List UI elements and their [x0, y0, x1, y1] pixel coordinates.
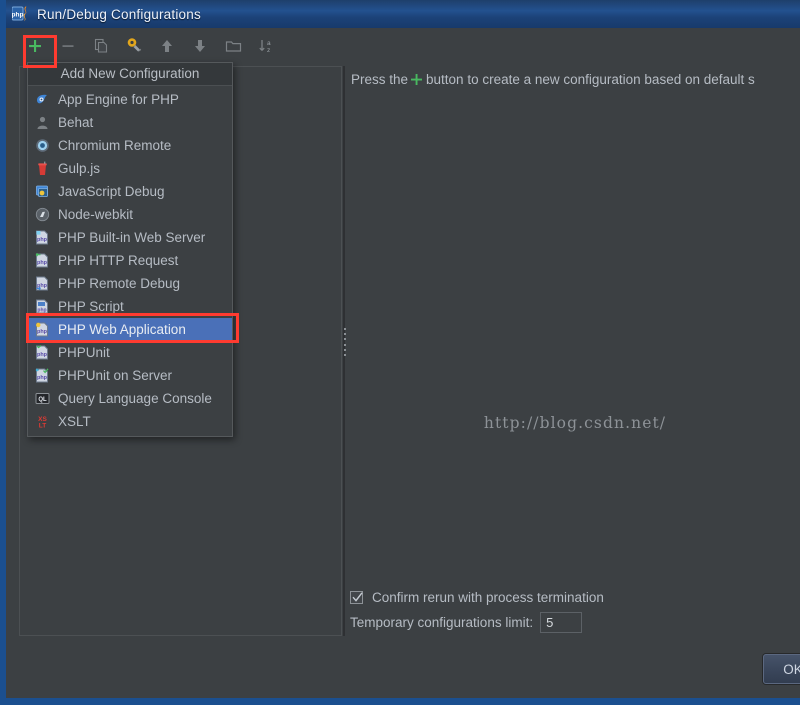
phpstorm-icon: php — [11, 5, 30, 23]
configurations-toolbar: a z — [6, 28, 800, 63]
menu-item[interactable]: Gulp.js — [28, 157, 232, 180]
menu-item[interactable]: php PHP HTTP Request — [28, 249, 232, 272]
gulp-icon — [34, 161, 51, 177]
menu-item-label: Chromium Remote — [58, 137, 172, 153]
menu-item-label: PHPUnit — [58, 344, 110, 360]
add-new-configuration-menu[interactable]: Add New Configuration App Engine for PHP… — [27, 62, 233, 437]
svg-text:php: php — [37, 329, 48, 335]
menu-item[interactable]: Behat — [28, 111, 232, 134]
run-debug-configurations-window: php Run/Debug Configurations a z Press t… — [0, 0, 800, 705]
temporary-limit-label: Temporary configurations limit: — [350, 615, 534, 630]
node-webkit-icon — [34, 207, 51, 223]
javascript-debug-icon — [34, 184, 51, 200]
empty-state-hint: Press the button to create a new configu… — [351, 72, 800, 87]
svg-text:php: php — [37, 352, 48, 358]
plus-icon — [410, 73, 423, 86]
ok-button-label: OK — [783, 661, 800, 677]
menu-item-label: PHP Script — [58, 298, 124, 314]
menu-item-label: Query Language Console — [58, 390, 212, 406]
minus-icon — [62, 44, 74, 47]
menu-item[interactable]: php PHPUnit — [28, 341, 232, 364]
sort-alphabetically-button[interactable]: a z — [254, 34, 278, 58]
svg-text:a: a — [267, 40, 271, 47]
arrow-up-icon — [162, 39, 172, 52]
svg-text:LT: LT — [39, 423, 46, 430]
confirm-rerun-checkbox[interactable] — [350, 591, 363, 604]
app-engine-icon — [34, 92, 51, 108]
folder-icon — [225, 40, 241, 52]
svg-text:php: php — [12, 12, 23, 19]
copy-icon — [94, 38, 108, 53]
menu-item-label: PHP Built-in Web Server — [58, 229, 206, 245]
window-title: Run/Debug Configurations — [37, 6, 201, 22]
hint-text-after: button to create a new configuration bas… — [426, 72, 755, 87]
menu-item-label: App Engine for PHP — [58, 91, 179, 107]
menu-item-label: PHP Web Application — [58, 321, 186, 337]
php-script-icon: php — [34, 299, 51, 315]
behat-icon — [34, 115, 51, 131]
menu-item[interactable]: Node-webkit — [28, 203, 232, 226]
svg-text:php: php — [37, 260, 48, 266]
add-configuration-button[interactable] — [23, 34, 47, 58]
menu-item-label: PHP HTTP Request — [58, 252, 179, 268]
menu-item-label: Gulp.js — [58, 160, 101, 176]
php-web-application-icon: php — [34, 322, 51, 338]
menu-item[interactable]: php PHP Web Application — [28, 318, 232, 341]
menu-item[interactable]: php PHP Script — [28, 295, 232, 318]
svg-text:z: z — [267, 47, 270, 54]
temporary-limit-row: Temporary configurations limit: — [350, 612, 790, 633]
menu-item-label: Node-webkit — [58, 206, 134, 222]
title-bar: php Run/Debug Configurations — [6, 0, 800, 29]
global-options: Confirm rerun with process termination T… — [350, 590, 790, 633]
menu-item-label: XSLT — [58, 413, 91, 429]
php-server-icon: php — [34, 230, 51, 246]
svg-text:php: php — [37, 237, 48, 243]
svg-text:php: php — [37, 375, 48, 381]
sort-az-icon: a z — [258, 39, 271, 54]
menu-item[interactable]: php PHPUnit on Server — [28, 364, 232, 387]
chromium-icon — [34, 138, 51, 154]
confirm-rerun-row[interactable]: Confirm rerun with process termination — [350, 590, 790, 605]
php-http-request-icon: php — [34, 253, 51, 269]
svg-text:php: php — [37, 308, 46, 314]
confirm-rerun-label: Confirm rerun with process termination — [372, 590, 604, 605]
svg-text:QL: QL — [38, 397, 47, 403]
menu-header: Add New Configuration — [28, 63, 232, 86]
menu-item[interactable]: php PHP Built-in Web Server — [28, 226, 232, 249]
menu-item-label: PHP Remote Debug — [58, 275, 181, 291]
menu-item-label: JavaScript Debug — [58, 183, 165, 199]
xslt-icon: XS LT — [34, 414, 51, 430]
menu-item-list: App Engine for PHP Behat Chromium Remote… — [28, 86, 232, 436]
query-console-icon: QL — [34, 391, 51, 407]
menu-item-label: Behat — [58, 114, 94, 130]
menu-item-label: PHPUnit on Server — [58, 367, 173, 383]
configuration-details-panel: Press the button to create a new configu… — [346, 66, 800, 636]
hint-text-before: Press the — [351, 72, 409, 87]
move-up-button[interactable] — [155, 34, 179, 58]
menu-item[interactable]: php PHP Remote Debug — [28, 272, 232, 295]
menu-item[interactable]: Chromium Remote — [28, 134, 232, 157]
phpunit-server-icon: php — [34, 368, 51, 384]
plus-icon — [29, 39, 41, 52]
menu-item[interactable]: JavaScript Debug — [28, 180, 232, 203]
menu-item[interactable]: XS LT XSLT — [28, 410, 232, 433]
php-remote-debug-icon: php — [34, 276, 51, 292]
temporary-limit-input[interactable] — [540, 612, 583, 633]
wrench-icon — [127, 38, 141, 52]
menu-item[interactable]: QL Query Language Console — [28, 387, 232, 410]
phpunit-icon: php — [34, 345, 51, 361]
ok-button[interactable]: OK — [763, 654, 800, 684]
arrow-down-icon — [195, 39, 205, 52]
copy-configuration-button[interactable] — [89, 34, 113, 58]
move-down-button[interactable] — [188, 34, 212, 58]
watermark-text: http://blog.csdn.net/ — [483, 414, 667, 432]
remove-configuration-button[interactable] — [56, 34, 80, 58]
create-folder-button[interactable] — [221, 34, 245, 58]
edit-defaults-button[interactable] — [122, 34, 146, 58]
menu-item[interactable]: App Engine for PHP — [28, 88, 232, 111]
